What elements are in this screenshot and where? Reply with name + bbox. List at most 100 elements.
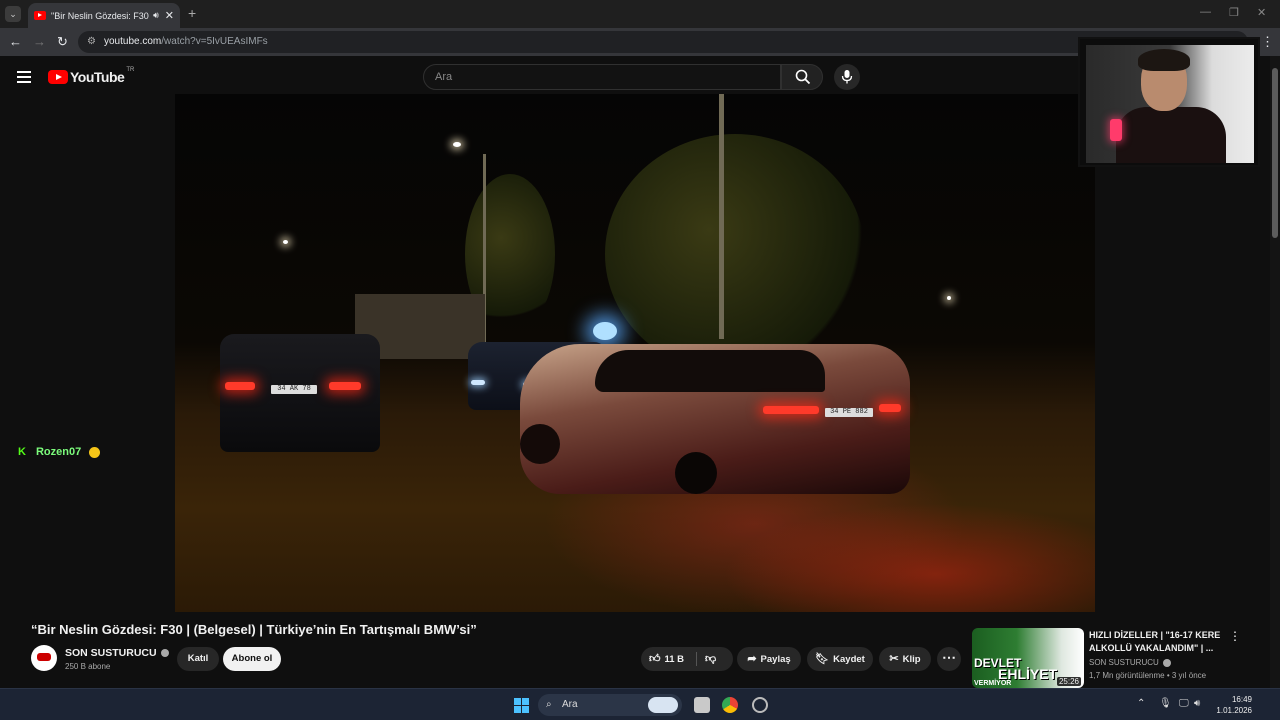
close-tab-icon[interactable]: ✕ (165, 9, 174, 22)
clip-button[interactable]: ✂ Klip (879, 647, 931, 671)
police-light (593, 322, 617, 340)
back-arrow-icon[interactable]: ← (9, 34, 22, 49)
volume-icon[interactable]: 🔊︎ (1194, 698, 1200, 709)
search-button[interactable] (781, 64, 823, 90)
windows-start-icon[interactable] (514, 698, 529, 713)
license-plate-right: 34 PE 882 (825, 408, 873, 417)
url-host: youtube.com (104, 36, 162, 47)
browser-tab-active[interactable]: "Bir Neslin Gözdesi: F30 | (B 🔊︎ ✕ (28, 3, 180, 28)
thumbs-up-icon[interactable]: 👍︎ (649, 647, 661, 671)
thumbs-down-icon[interactable]: 👎︎ (705, 647, 716, 671)
search-icon: ⌕ (546, 699, 552, 710)
street-light (453, 142, 461, 147)
reload-icon[interactable]: ↻ (57, 34, 68, 50)
recommended-channel-name: SON SUSTURUCU (1089, 658, 1159, 667)
clock-time: 16:49 (1231, 695, 1252, 704)
tab-title: "Bir Neslin Gözdesi: F30 | (B (51, 10, 149, 21)
close-window-button[interactable]: ✕ (1257, 6, 1266, 19)
address-bar[interactable]: ⚙ youtube.com/watch?v=5IvUEAsIMFs (78, 31, 1248, 53)
taskbar-search-placeholder: Ara (562, 699, 578, 710)
maximize-window-button[interactable]: ❐ (1229, 6, 1239, 19)
save-label: Kaydet (833, 654, 865, 665)
subscribe-button[interactable]: Abone ol (223, 647, 281, 671)
recommended-video-thumbnail[interactable]: DEVLET EHLİYET VERMİYOR 25:26 (972, 628, 1084, 688)
emoji-icon (89, 446, 101, 458)
video-title: “Bir Neslin Gözdesi: F30 | (Belgesel) | … (31, 622, 477, 637)
car-window (595, 350, 825, 392)
task-view-icon[interactable] (694, 697, 710, 713)
taskbar-clock[interactable]: 16:49 1.01.2026 (1212, 694, 1252, 716)
join-button[interactable]: Katıl (177, 647, 219, 671)
windows-taskbar: ⌕ Ara ⌃ 🎙︎ 🖵︎ 🔊︎ 16:49 1.01.2026 (0, 688, 1280, 720)
minimize-window-button[interactable]: — (1200, 6, 1211, 18)
channel-name-text: SON SUSTURUCU (65, 647, 157, 659)
url-path: /watch?v=5IvUEAsIMFs (161, 36, 268, 47)
speaker-icon[interactable]: 🔊︎ (153, 10, 159, 21)
microphone-tray-icon[interactable]: 🎙︎ (1159, 698, 1172, 709)
more-actions-button[interactable]: ⋯ (937, 647, 961, 671)
video-duration: 25:26 (1056, 677, 1081, 686)
tree-scenery (605, 134, 865, 374)
street-light (947, 296, 951, 300)
search-highlight-icon (648, 697, 678, 713)
page-scrollbar[interactable] (1270, 56, 1280, 688)
clock-date: 1.01.2026 (1216, 706, 1252, 715)
taskbar-search[interactable]: ⌕ Ara (538, 694, 682, 716)
voice-search-button[interactable] (834, 64, 860, 90)
like-count[interactable]: 11 B (665, 654, 685, 665)
tail-light (225, 382, 255, 390)
network-icon[interactable]: 🖵︎ (1179, 698, 1189, 709)
site-info-icon[interactable]: ⚙ (87, 31, 96, 53)
tab-search-button[interactable]: ⌄ (5, 6, 21, 22)
recommendation-menu-icon[interactable]: ⋮ (1229, 629, 1241, 643)
like-divider (696, 652, 697, 666)
app-icon[interactable] (752, 697, 768, 713)
microphone-icon (841, 70, 853, 84)
share-arrow-icon: ➦ (747, 653, 757, 665)
tray-expand-icon[interactable]: ⌃ (1137, 698, 1145, 709)
tail-light (329, 382, 361, 390)
forward-arrow-icon[interactable]: → (33, 34, 46, 49)
hamburger-menu-icon[interactable] (17, 71, 31, 86)
streamer-hair (1138, 49, 1190, 71)
channel-name[interactable]: SON SUSTURUCU (65, 647, 169, 659)
recommended-video-meta: 1,7 Mn görüntülenme • 3 yıl önce (1089, 671, 1207, 680)
youtube-logo[interactable]: YouTube TR (48, 67, 134, 85)
browser-tab-bar: ⌄ "Bir Neslin Gözdesi: F30 | (B 🔊︎ ✕ + —… (0, 0, 1280, 28)
tail-light (879, 404, 901, 412)
street-light (283, 240, 288, 244)
verified-icon (160, 649, 169, 658)
new-tab-button[interactable]: + (188, 5, 196, 21)
verified-icon (1162, 658, 1171, 667)
webcam-background (1086, 45, 1254, 163)
bookmark-icon: 🔖︎ (815, 653, 830, 665)
microphone-light (1110, 119, 1122, 141)
license-plate-left: 34 AK 78 (271, 385, 317, 394)
streamer-webcam (1078, 37, 1260, 167)
headlight (471, 380, 485, 385)
tail-light (763, 406, 819, 414)
save-button[interactable]: 🔖︎ Kaydet (807, 647, 873, 671)
like-dislike-group: 👍︎ 11 B 👎︎ (641, 647, 733, 671)
kick-icon: K (18, 446, 26, 458)
streamer-body (1116, 107, 1226, 163)
recommended-video-title[interactable]: HIZLI DİZELLER | "16-17 KERE ALKOLLÜ YAK… (1089, 629, 1221, 655)
search-input[interactable]: Ara (423, 64, 781, 90)
car-wheel (675, 452, 717, 494)
chrome-icon[interactable] (722, 697, 738, 713)
recommended-channel[interactable]: SON SUSTURUCU (1089, 658, 1171, 667)
video-player[interactable]: 34 AK 78 34 PE 882 (175, 94, 1095, 612)
clip-label: Klip (902, 654, 921, 665)
share-button[interactable]: ➦ Paylaş (737, 647, 801, 671)
channel-avatar[interactable] (31, 645, 57, 671)
scrollbar-thumb[interactable] (1272, 68, 1278, 238)
browser-menu-icon[interactable]: ⋮ (1261, 34, 1274, 50)
youtube-favicon-icon (34, 11, 46, 20)
chat-username: Rozen07 (35, 446, 82, 458)
car-wheel (520, 424, 560, 464)
scissors-icon: ✂ (889, 653, 899, 665)
thumbnail-text: VERMİYOR (974, 680, 1012, 687)
youtube-play-icon (48, 70, 68, 84)
street-pole (719, 94, 724, 339)
subscriber-count: 250 B abone (65, 662, 111, 671)
